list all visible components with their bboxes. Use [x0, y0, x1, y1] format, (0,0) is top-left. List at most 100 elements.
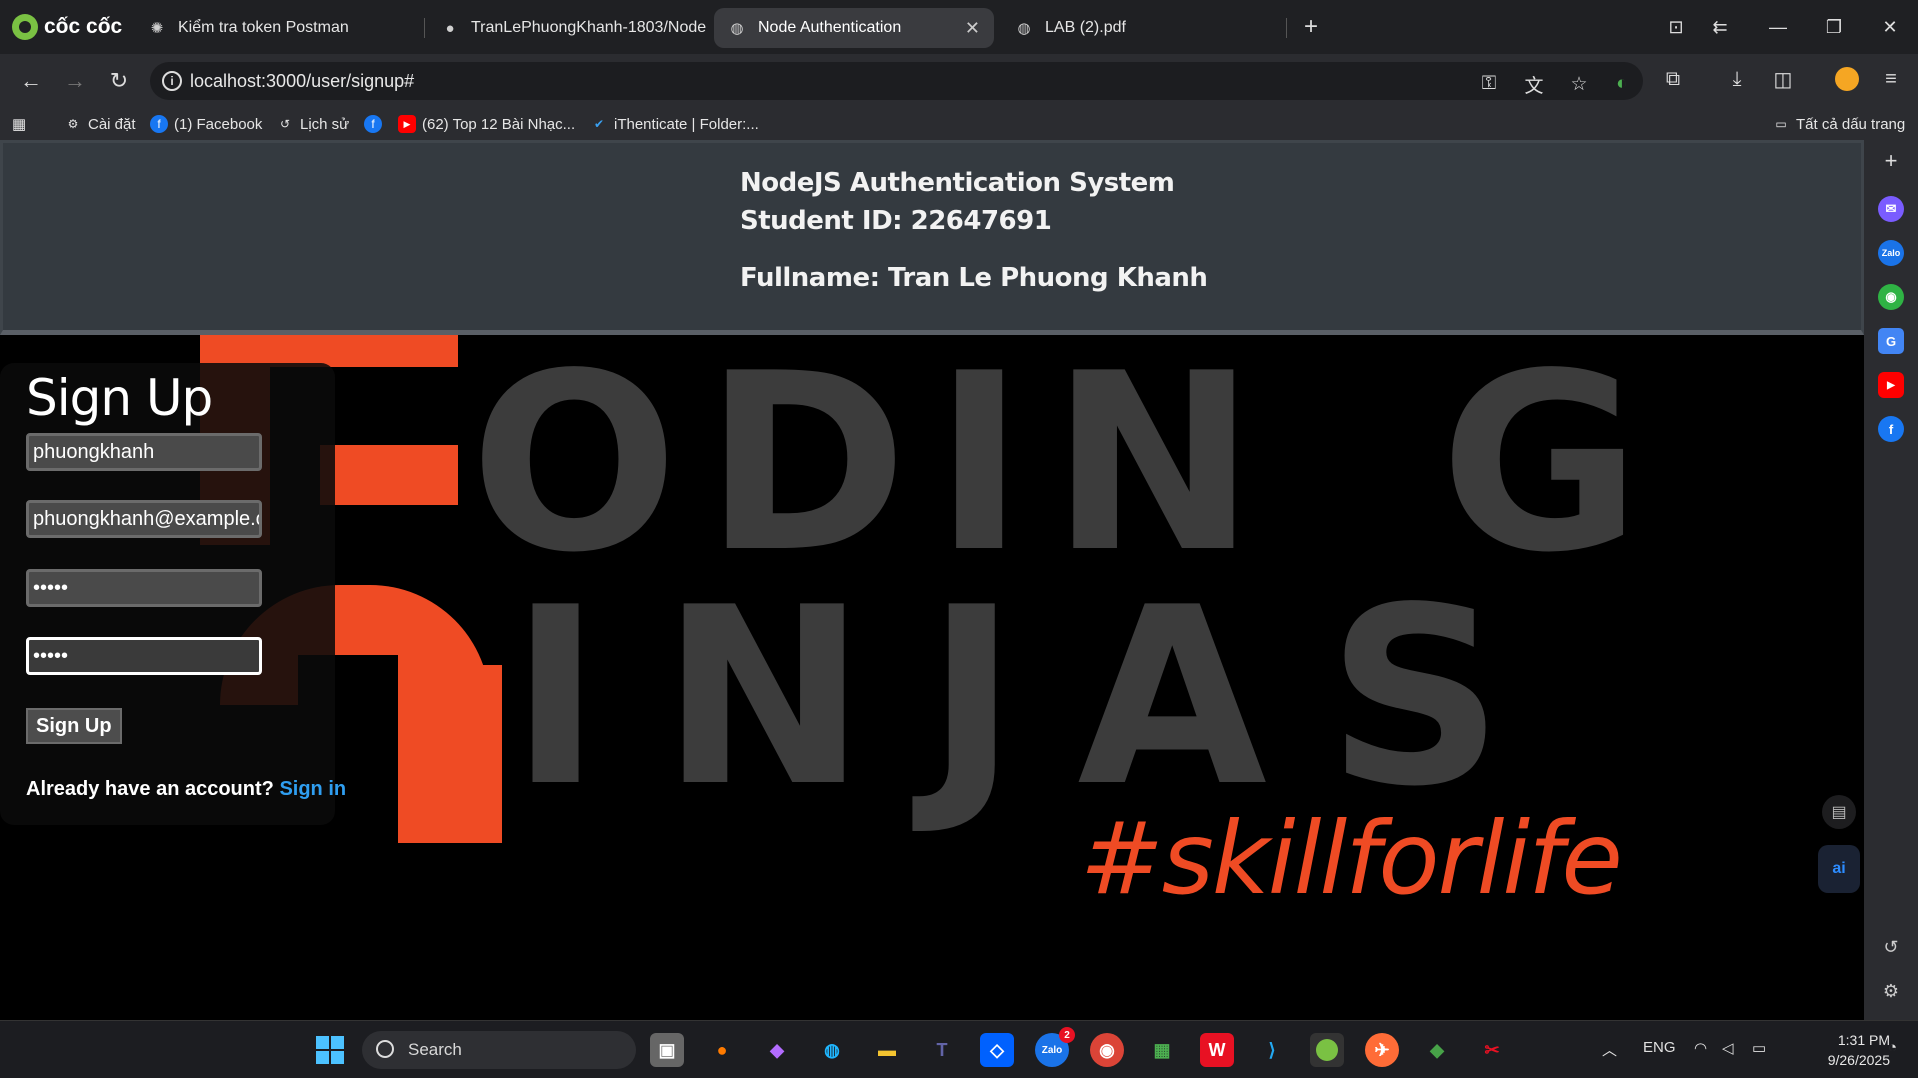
key-icon[interactable]: ⚿ [1475, 70, 1503, 98]
teams-icon[interactable]: T [925, 1033, 959, 1067]
ai-assistant-icon[interactable]: ai [1818, 845, 1860, 893]
globe-icon: ◍ [730, 20, 744, 37]
game-icon[interactable]: ◉ [1878, 284, 1904, 310]
page-header: NodeJS Authentication System Student ID:… [0, 140, 1864, 335]
reload-icon[interactable]: ↻ [102, 65, 136, 97]
bookmark-history[interactable]: ↺ Lịch sử [276, 113, 349, 135]
bookmark-label: (62) Top 12 Bài Nhạc... [422, 115, 576, 133]
password-input[interactable]: ••••• [26, 569, 262, 607]
apps-grid-icon[interactable]: ▦ [12, 113, 26, 135]
zalo-icon[interactable]: Zalo [1878, 240, 1904, 266]
volume-icon[interactable]: ◁ [1722, 1039, 1734, 1057]
gear-icon: ⚙ [67, 117, 79, 131]
tab-github[interactable]: ● TranLePhuongKhanh-1803/Node [427, 8, 707, 48]
youtube-icon: ▶ [398, 115, 416, 133]
windows-start-icon[interactable] [313, 1033, 347, 1067]
extensions-icon[interactable]: ⧉ [1656, 62, 1690, 96]
language-indicator[interactable]: ENG [1643, 1039, 1676, 1056]
coccoc-logo[interactable]: cốc cốc [12, 12, 122, 42]
moon-icon[interactable]: ◐ [1608, 70, 1636, 98]
settings-gear-icon[interactable]: ⚙ [1878, 978, 1904, 1004]
back-to-tabs-icon[interactable]: ⇇ [1702, 12, 1738, 42]
facebook-icon[interactable]: f [1878, 416, 1904, 442]
tab-separator [1286, 18, 1287, 38]
bookmark-label: (1) Facebook [174, 115, 263, 133]
chevron-up-icon[interactable]: ︿ [1602, 1039, 1617, 1060]
translate-icon[interactable]: 文 [1520, 70, 1548, 98]
minimize-button[interactable]: — [1760, 12, 1796, 42]
bookmark-label: iThenticate | Folder:... [614, 115, 759, 133]
add-panel-icon[interactable]: + [1878, 148, 1904, 174]
bookmark-facebook-2[interactable]: f [364, 113, 382, 135]
bookmark-ithenticate[interactable]: ✔ iThenticate | Folder:... [590, 113, 759, 135]
coccoc-logo-icon [12, 14, 38, 40]
edge-icon[interactable]: ◍ [815, 1033, 849, 1067]
star-icon[interactable]: ☆ [1565, 70, 1593, 98]
tab-lab-pdf[interactable]: ◍ LAB (2).pdf [1001, 8, 1281, 48]
signin-link[interactable]: Sign in [279, 778, 346, 800]
back-arrow-icon[interactable]: ← [14, 65, 48, 97]
snipping-tool-icon[interactable]: ✂ [1475, 1033, 1509, 1067]
email-input[interactable]: phuongkhanh@example.com [26, 500, 262, 538]
all-bookmarks[interactable]: ▭ Tất cả dấu trang [1772, 113, 1905, 135]
menu-icon[interactable]: ≡ [1874, 62, 1908, 96]
bookmark-facebook[interactable]: f (1) Facebook [150, 113, 262, 135]
messenger-icon[interactable]: ✉ [1878, 196, 1904, 222]
close-tab-icon[interactable]: ✕ [965, 18, 980, 39]
new-tab-button[interactable]: + [1293, 12, 1329, 42]
zalo-taskbar-icon[interactable]: Zalo 2 [1035, 1027, 1075, 1067]
folder-icon: ▭ [1775, 117, 1787, 131]
form-title: Sign Up [26, 369, 213, 427]
tab-node-authentication[interactable]: ◍ Node Authentication ✕ [714, 8, 994, 48]
coccoc-taskbar-icon[interactable] [1310, 1033, 1344, 1067]
notification-icon[interactable]: ◔ [1888, 1039, 1897, 1056]
copilot-icon[interactable]: ◆ [760, 1033, 794, 1067]
signup-form: Sign Up phuongkhanh phuongkhanh@example.… [0, 363, 346, 825]
web-page: NodeJS Authentication System Student ID:… [0, 140, 1864, 1020]
translate-panel-icon[interactable]: G [1878, 328, 1904, 354]
vscode-icon[interactable]: ⟩ [1255, 1033, 1289, 1067]
signup-button[interactable]: Sign Up [26, 708, 122, 744]
wifi-icon[interactable]: ◠ [1694, 1039, 1707, 1057]
chatgpt-icon: ✺ [150, 20, 164, 37]
facebook-icon: f [364, 115, 382, 133]
system-clock[interactable]: 1:31 PM 9/26/2025 [1790, 1030, 1890, 1070]
name-input[interactable]: phuongkhanh [26, 433, 262, 471]
logo-red-bar [320, 445, 458, 505]
task-view-icon[interactable]: ▣ [650, 1033, 684, 1067]
confirm-password-input[interactable]: ••••• [26, 637, 262, 675]
firefox-icon[interactable]: ● [705, 1033, 739, 1067]
download-icon[interactable]: ⤓ [1720, 62, 1754, 96]
youtube-icon[interactable]: ▶ [1878, 372, 1904, 398]
history-icon[interactable]: ↺ [1878, 934, 1904, 960]
forward-arrow-icon[interactable]: → [58, 65, 92, 97]
file-explorer-icon[interactable]: ▬ [870, 1033, 904, 1067]
windows-taskbar: Search ▣ ● ◆ ◍ ▬ T ◇ Zalo 2 ◉ ▦ W ⟩ ✈ ◆ … [0, 1020, 1918, 1078]
restore-button[interactable]: ❐ [1816, 12, 1852, 42]
mongodb-icon[interactable]: ◆ [1420, 1033, 1454, 1067]
taskbar-search[interactable]: Search [362, 1031, 636, 1069]
split-view-icon[interactable]: ◫ [1766, 62, 1800, 96]
chrome-icon[interactable]: ◉ [1090, 1033, 1124, 1067]
history-icon: ↺ [279, 117, 291, 131]
signin-prompt: Already have an account? Sign in [26, 778, 346, 801]
tab-title: TranLePhuongKhanh-1803/Node [471, 19, 707, 36]
site-info-icon[interactable]: i [162, 71, 182, 91]
bookmark-settings[interactable]: ⚙ Cài đặt [64, 113, 136, 135]
battery-icon[interactable]: ▭ [1752, 1039, 1766, 1057]
reader-mode-icon[interactable]: ▤ [1822, 795, 1856, 829]
wps-icon[interactable]: W [1200, 1033, 1234, 1067]
dropbox-icon[interactable]: ◇ [980, 1033, 1014, 1067]
profile-avatar[interactable] [1830, 62, 1864, 96]
store-icon[interactable]: ▦ [1145, 1033, 1179, 1067]
bookmark-youtube[interactable]: ▶ (62) Top 12 Bài Nhạc... [398, 113, 575, 135]
hero-word-ninjas: INJAS [510, 555, 1564, 840]
search-tabs-icon[interactable]: ⊡ [1658, 12, 1694, 42]
tab-title: Kiểm tra token Postman [178, 19, 349, 36]
close-window-button[interactable]: ✕ [1872, 12, 1908, 42]
zalo-badge: 2 [1059, 1027, 1075, 1043]
postman-icon[interactable]: ✈ [1365, 1033, 1399, 1067]
address-bar[interactable]: i localhost:3000/user/signup# ⚿ 文 ☆ ◐ [150, 62, 1643, 100]
tab-separator [424, 18, 425, 38]
tab-kiem-tra-token[interactable]: ✺ Kiểm tra token Postman [134, 8, 424, 48]
